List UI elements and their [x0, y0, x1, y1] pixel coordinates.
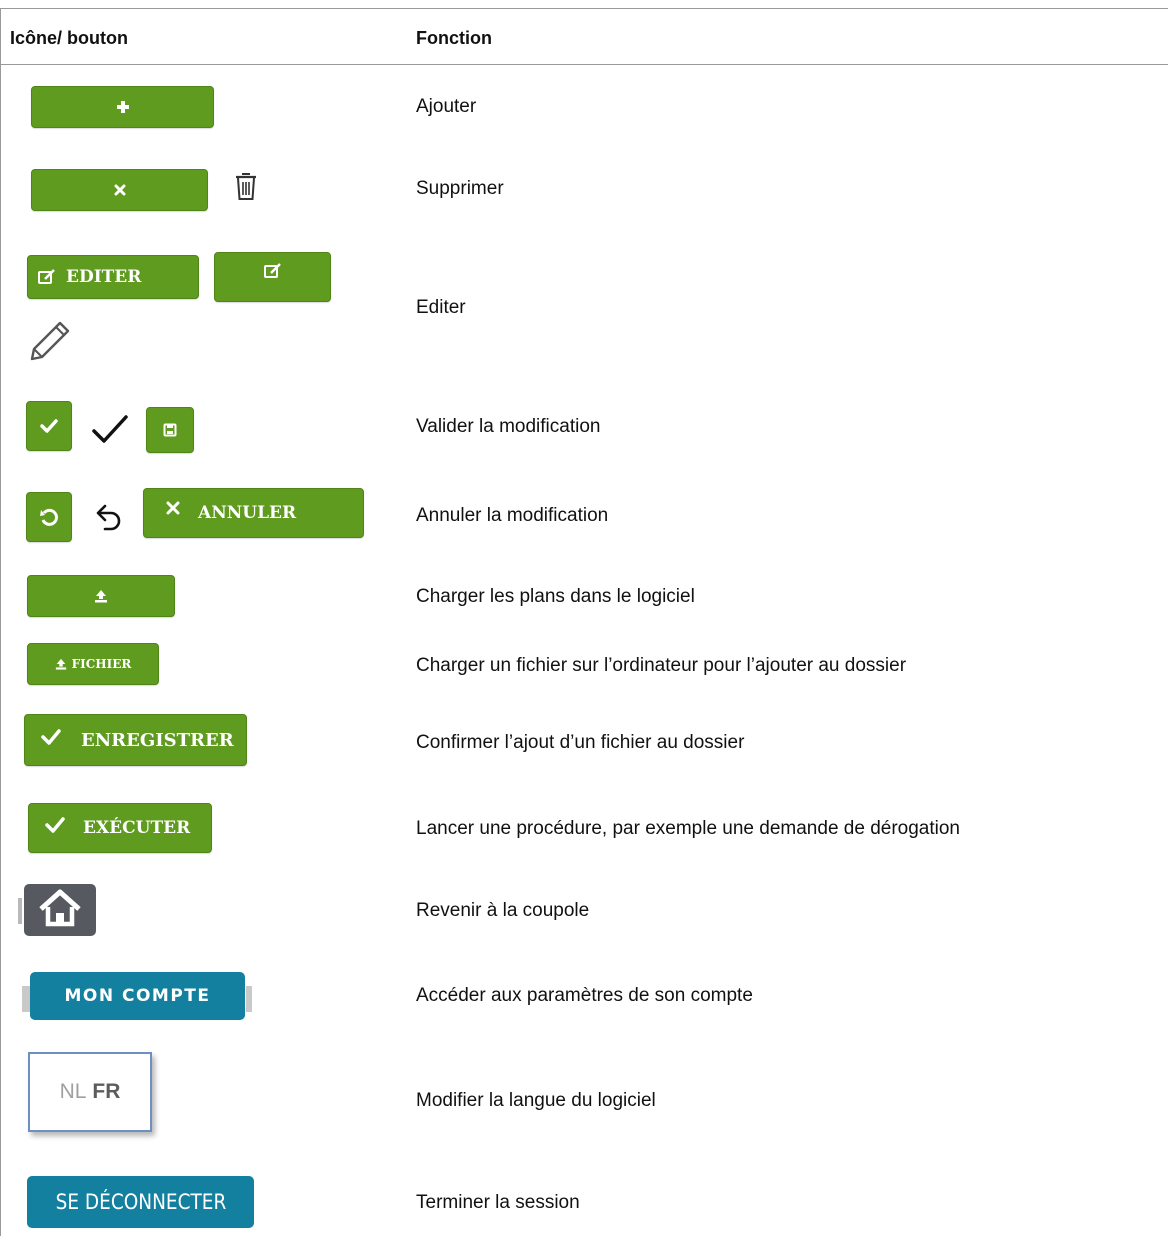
table-left-border — [0, 8, 1, 1236]
edit-button-icon-only[interactable] — [214, 252, 331, 302]
edit-button-labeled[interactable]: EDITER — [27, 255, 199, 299]
home-button[interactable] — [24, 884, 96, 936]
check-icon — [45, 817, 65, 833]
my-account-label: MON COMPTE — [64, 986, 211, 1006]
function-text-edit: Editer — [416, 297, 466, 318]
upload-icon — [55, 658, 67, 670]
function-text-account: Accéder aux paramètres de son compte — [416, 985, 753, 1006]
pencil-icon[interactable] — [27, 318, 73, 364]
logout-label: SE DÉCONNECTER — [55, 1190, 226, 1214]
table-header-divider — [0, 64, 1168, 65]
confirm-check-button[interactable] — [26, 401, 72, 451]
floppy-disk-icon — [163, 423, 177, 437]
trash-icon[interactable] — [231, 169, 261, 203]
account-button-right-edge — [246, 986, 252, 1012]
cross-icon — [114, 184, 126, 196]
language-option-fr[interactable]: FR — [92, 1080, 120, 1104]
edit-icon — [263, 263, 282, 279]
language-switcher: NL FR — [28, 1052, 152, 1132]
function-text-execute: Lancer une procédure, par exemple une de… — [416, 818, 960, 839]
table-top-border — [0, 8, 1168, 9]
language-option-nl[interactable]: NL — [60, 1080, 87, 1104]
check-icon — [40, 419, 58, 433]
home-button-edge — [18, 898, 22, 924]
function-text-upload-file: Charger un fichier sur l’ordinateur pour… — [416, 655, 907, 676]
save-button-label: ENREGISTRER — [81, 729, 234, 751]
execute-button-label: EXÉCUTER — [83, 818, 191, 838]
column-header-icon: Icône/ bouton — [10, 28, 128, 48]
edit-button-label: EDITER — [66, 267, 142, 287]
edit-icon — [38, 269, 56, 285]
upload-file-label: FICHIER — [71, 657, 132, 671]
cancel-button[interactable]: ANNULER — [143, 488, 364, 538]
cross-icon — [166, 501, 180, 515]
function-table: Icône/ bouton Fonction Ajouter Supprimer… — [0, 0, 1168, 1236]
save-floppy-button[interactable] — [146, 407, 194, 453]
upload-plans-button[interactable] — [27, 575, 175, 617]
function-text-cancel: Annuler la modification — [416, 505, 609, 526]
function-text-delete: Supprimer — [416, 178, 504, 199]
column-header-function: Fonction — [416, 28, 492, 48]
function-text-logout: Terminer la session — [416, 1192, 580, 1213]
function-text-home: Revenir à la coupole — [416, 900, 590, 921]
upload-icon — [94, 589, 108, 603]
cancel-button-label: ANNULER — [198, 503, 297, 523]
home-icon — [37, 889, 83, 932]
undo-icon — [39, 507, 59, 527]
add-button[interactable] — [31, 86, 214, 128]
execute-button[interactable]: EXÉCUTER — [28, 803, 212, 853]
plus-icon — [116, 100, 130, 114]
check-icon — [41, 729, 61, 745]
function-text-language: Modifier la langue du logiciel — [416, 1090, 656, 1111]
my-account-button[interactable]: MON COMPTE — [30, 972, 245, 1020]
function-text-upload-plans: Charger les plans dans le logiciel — [416, 586, 695, 607]
function-text-save: Confirmer l’ajout d’un fichier au dossie… — [416, 732, 745, 753]
undo-arrow-icon[interactable] — [88, 498, 128, 538]
undo-button[interactable] — [26, 492, 72, 542]
checkmark-icon[interactable] — [88, 410, 132, 448]
upload-file-button[interactable]: FICHIER — [27, 643, 159, 685]
delete-button[interactable] — [31, 169, 208, 211]
save-button[interactable]: ENREGISTRER — [24, 714, 247, 766]
function-text-validate: Valider la modification — [416, 416, 601, 437]
function-text-add: Ajouter — [416, 96, 477, 117]
account-button-left-edge — [22, 986, 30, 1012]
logout-button[interactable]: SE DÉCONNECTER — [27, 1176, 254, 1228]
